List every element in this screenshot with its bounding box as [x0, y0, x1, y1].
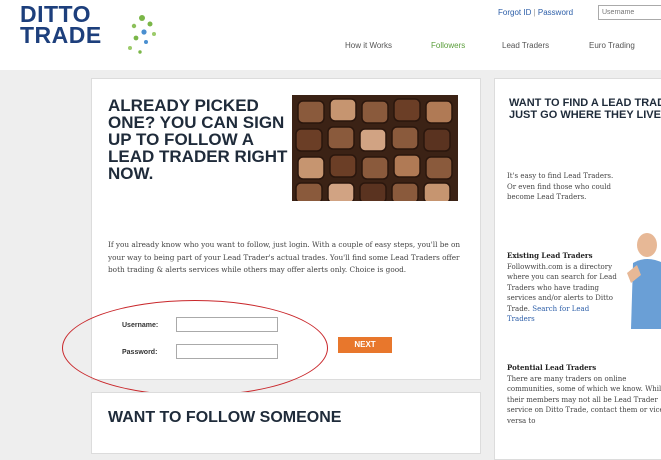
highlight-oval: [62, 300, 328, 396]
nav-how-it-works[interactable]: How it Works: [345, 41, 392, 50]
nav-followers[interactable]: Followers: [431, 41, 465, 50]
next-button[interactable]: NEXT: [338, 337, 392, 353]
man-pointing-image: [627, 233, 661, 329]
find-trader-intro: It's easy to find Lead Traders. Or even …: [507, 172, 614, 201]
follow-someone-headline: Want to follow someone: [108, 409, 342, 426]
nav-lead-traders[interactable]: Lead Traders: [502, 41, 549, 50]
forgot-id-link[interactable]: Forgot ID: [498, 8, 531, 17]
logo-wordmark: DITTO TRADE: [20, 1, 102, 48]
potential-text: There are many traders on online communi…: [507, 374, 661, 425]
existing-title: Existing Lead Traders: [507, 251, 593, 260]
ditto-trade-logo[interactable]: DITTO TRADE: [20, 1, 160, 60]
header-username-input[interactable]: [598, 5, 661, 20]
existing-lead-traders: Existing Lead Traders Followwith.com is …: [507, 251, 619, 325]
login-intro-text: If you already know who you want to foll…: [108, 240, 461, 274]
chocolates-image: [292, 95, 458, 201]
login-bar: Forgot ID | Password: [498, 5, 661, 20]
login-headline: Already picked one? You can sign up to f…: [108, 96, 288, 183]
nav-euro-trading[interactable]: Euro Trading: [589, 41, 635, 50]
find-lead-trader-card: Want to find a lead trader? Just go wher…: [494, 78, 661, 460]
find-trader-headline: Want to find a lead trader? Just go wher…: [509, 97, 661, 121]
potential-lead-traders: Potential Lead Traders There are many tr…: [507, 363, 661, 426]
logo-dots-icon: [128, 15, 156, 54]
potential-title: Potential Lead Traders: [507, 363, 597, 372]
chocolates-icon: [292, 95, 458, 201]
login-separator: |: [533, 8, 536, 17]
site-header: DITTO TRADE Forgot ID | Password How it …: [0, 0, 661, 70]
password-link[interactable]: Password: [538, 8, 573, 17]
